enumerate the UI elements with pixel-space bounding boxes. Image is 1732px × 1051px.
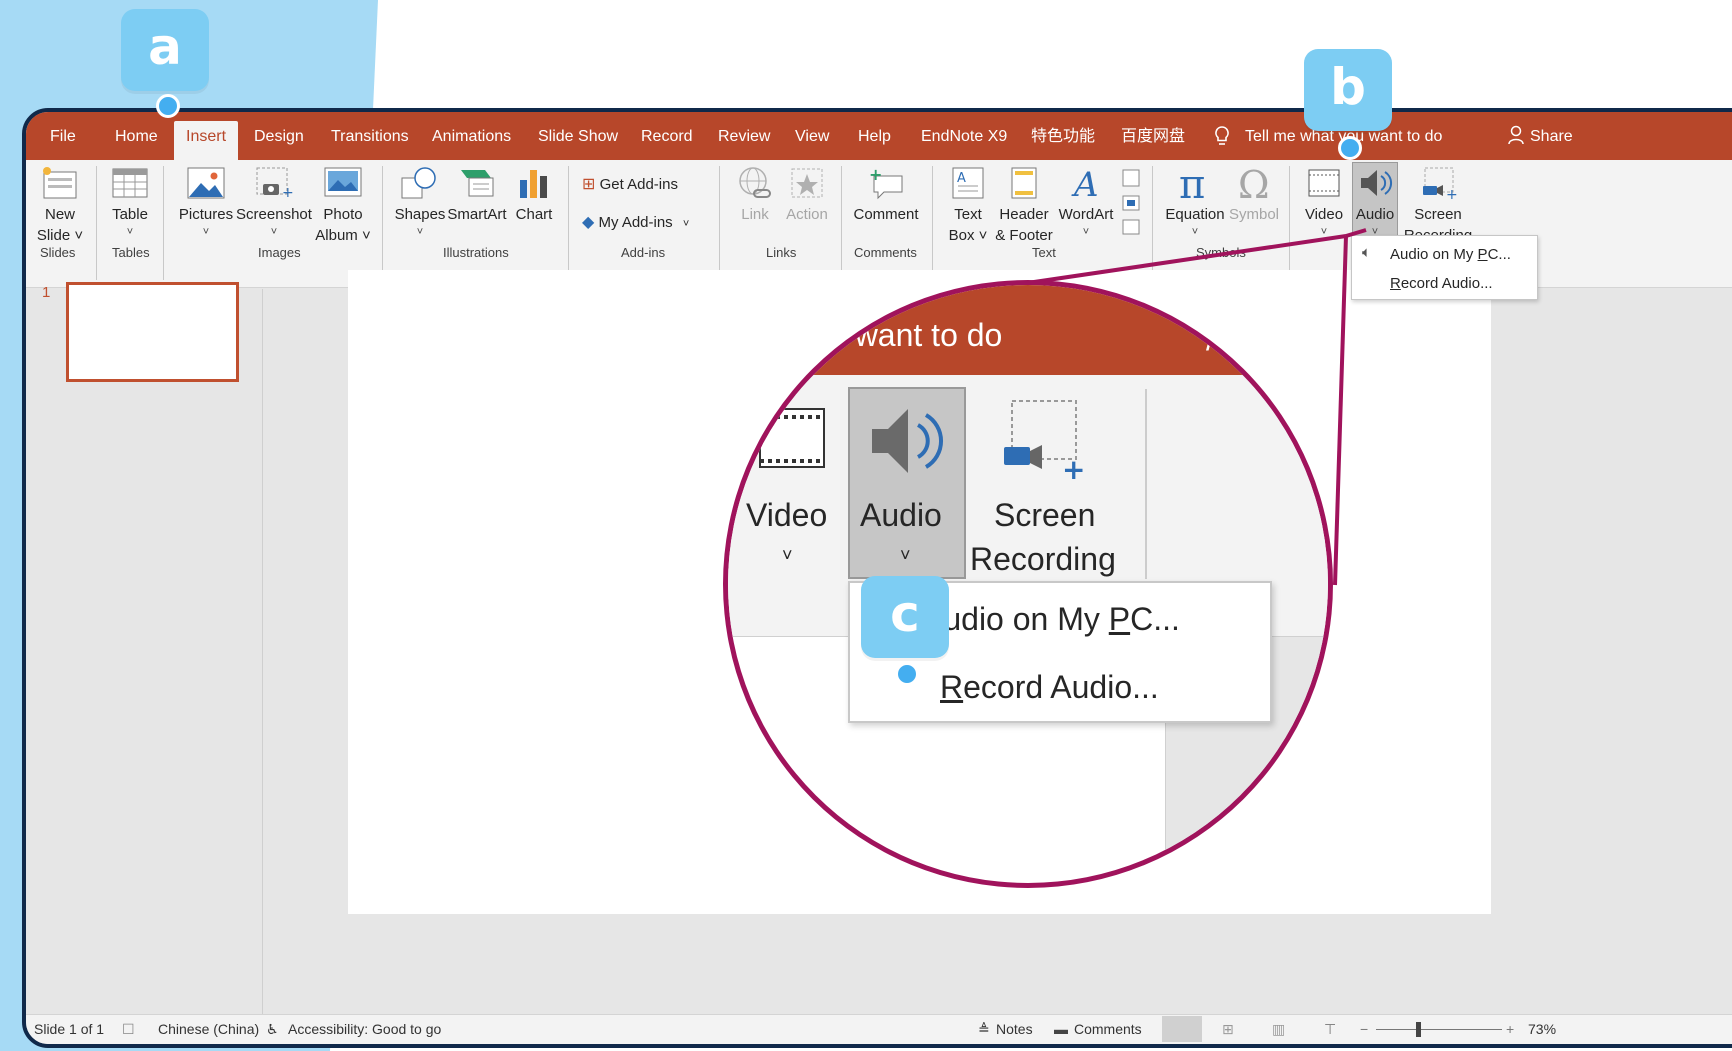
callout-dot-b — [1338, 136, 1362, 160]
svg-text:+: + — [1062, 453, 1085, 479]
callout-dot-c — [895, 662, 919, 686]
callout-badge-b: b — [1304, 49, 1392, 131]
callout-dot-a — [156, 94, 180, 118]
zoomed-screen-label: Screen — [994, 497, 1096, 533]
callout-badge-a: a — [121, 9, 209, 91]
zoomed-audio-caret: ˅ — [900, 545, 911, 565]
zoomed-share-edge: / — [1206, 321, 1215, 357]
zoomed-audio-label: Audio — [860, 497, 942, 533]
zoomed-screen-recording-icon: + — [1004, 400, 1085, 479]
zoomed-tell-me-text: u want to do — [828, 317, 1003, 353]
zoomed-audio-on-my-pc-item[interactable]: Audio on My PC... — [922, 601, 1180, 638]
callout-badge-c: c — [861, 576, 949, 658]
zoomed-speaker-icon — [872, 409, 944, 473]
zoomed-tab-bar — [728, 285, 1328, 375]
zoomed-video-label: Video — [746, 497, 828, 533]
zoomed-video-caret: ˅ — [782, 545, 793, 565]
zoomed-record-audio-item[interactable]: Record Audio... — [940, 669, 1159, 706]
zoomed-film-icon — [759, 408, 825, 468]
magnified-view: u want to do / Video ˅ Audio ˅ + Screen … — [723, 280, 1333, 888]
zoomed-recording-label: Recording — [970, 541, 1116, 577]
